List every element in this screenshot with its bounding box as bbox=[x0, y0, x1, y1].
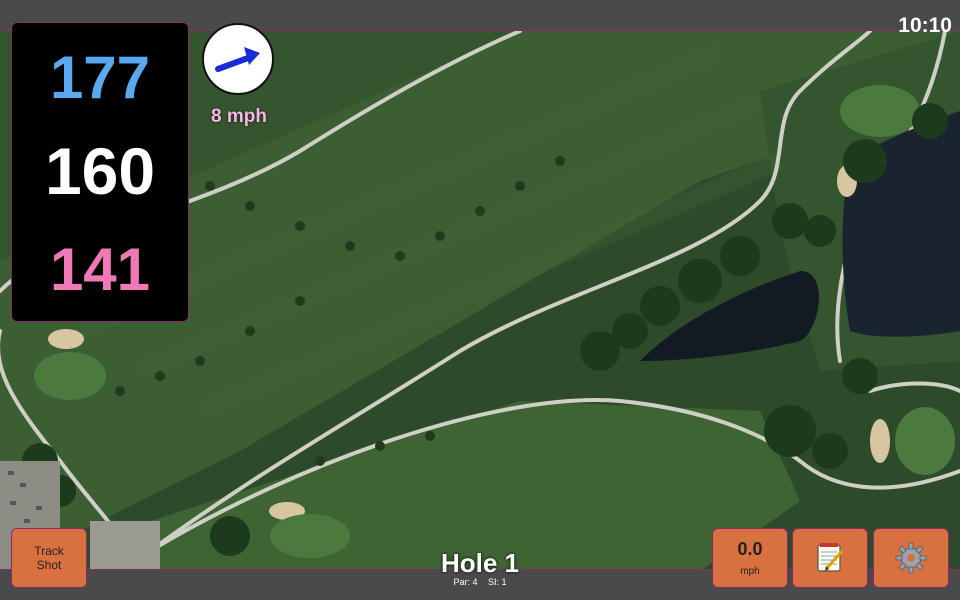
track-shot-button[interactable]: Track Shot bbox=[11, 528, 87, 588]
back-yardage: 177 bbox=[49, 44, 151, 111]
status-clock: 10:10 bbox=[898, 14, 952, 37]
settings-button[interactable] bbox=[873, 528, 949, 588]
front-yardage: 141 bbox=[49, 236, 151, 303]
track-shot-label: Track Shot bbox=[34, 544, 64, 572]
speed-value: 0.0 bbox=[737, 539, 763, 559]
notepad-icon bbox=[817, 543, 844, 572]
speed-unit: mph bbox=[740, 566, 760, 577]
yardage-panel: 177 160 141 bbox=[11, 22, 189, 322]
wind-speed: 8 mph bbox=[211, 106, 267, 127]
hole-stroke-index: SI: 1 bbox=[488, 577, 507, 587]
wind-indicator[interactable] bbox=[202, 23, 274, 95]
middle-yardage: 160 bbox=[44, 134, 156, 208]
speed-button[interactable]: 0.0 mph bbox=[712, 528, 788, 588]
hole-info: Par: 4 SI: 1 bbox=[380, 577, 580, 587]
hole-title: Hole 1 bbox=[440, 548, 520, 578]
gear-icon bbox=[895, 542, 927, 574]
wind-arrow-icon bbox=[215, 47, 260, 72]
notes-button[interactable] bbox=[792, 528, 868, 588]
hole-par: Par: 4 bbox=[453, 577, 478, 587]
